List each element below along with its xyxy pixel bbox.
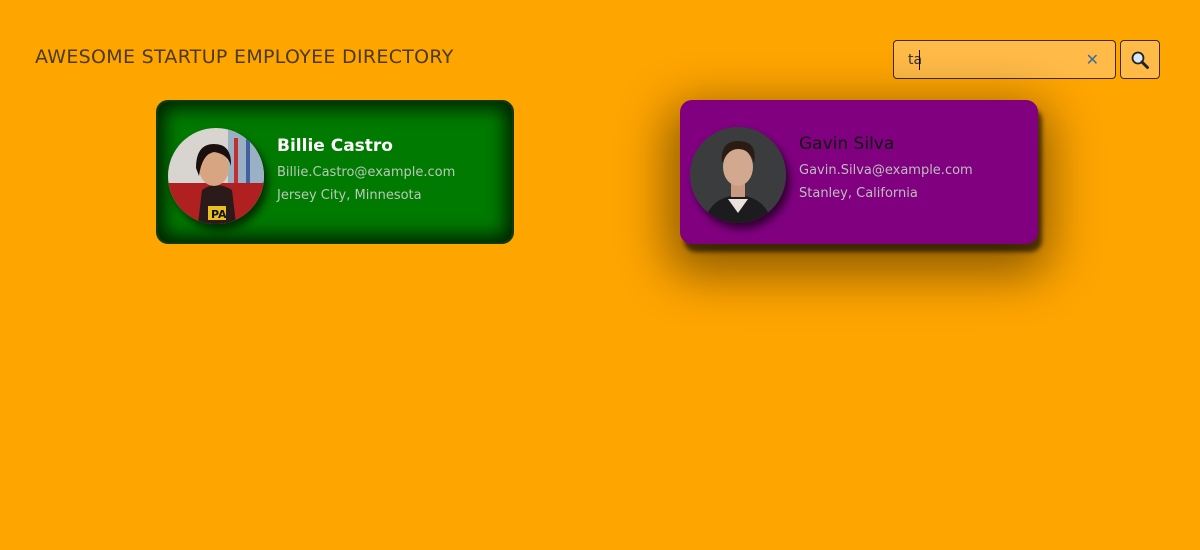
page-title: AWESOME STARTUP EMPLOYEE DIRECTORY [35,46,454,68]
employee-name: Billie Castro [277,136,393,156]
search-input[interactable] [908,50,1078,70]
employee-location: Stanley, California [799,186,918,201]
avatar-photo [690,127,786,223]
close-icon[interactable]: ✕ [1086,50,1099,70]
employee-card[interactable]: Gavin Silva Gavin.Silva@example.com Stan… [680,100,1038,244]
employee-email: Gavin.Silva@example.com [799,163,973,178]
employee-email: Billie.Castro@example.com [277,165,456,180]
avatar [690,127,786,223]
avatar-photo: PA [168,128,264,224]
magnifier-icon [1131,51,1149,69]
avatar: PA [168,128,264,224]
text-caret [919,50,920,70]
employee-directory-page: AWESOME STARTUP EMPLOYEE DIRECTORY ✕ PA [0,0,1200,550]
employee-location: Jersey City, Minnesota [277,188,422,203]
search-box: ✕ [893,40,1116,79]
svg-text:PA: PA [211,208,227,221]
employee-card[interactable]: PA Billie Castro Billie.Castro@example.c… [156,100,514,244]
employee-name: Gavin Silva [799,134,895,154]
search-button[interactable] [1120,40,1160,79]
